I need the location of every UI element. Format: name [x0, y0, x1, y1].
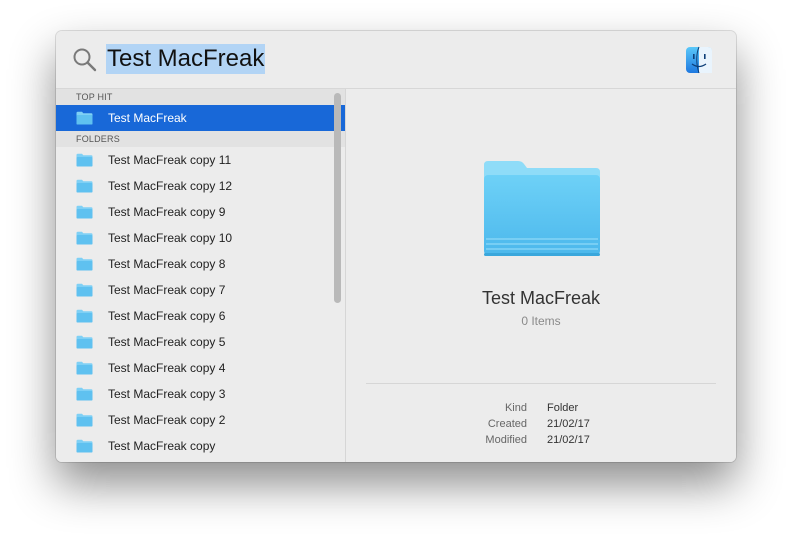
meta-modified-value: 21/02/17	[547, 434, 590, 446]
search-icon	[73, 48, 97, 72]
folder-icon	[76, 361, 93, 375]
meta-modified-key: Modified	[485, 434, 527, 446]
folder-icon	[76, 413, 93, 427]
preview-item-count: 0 Items	[521, 314, 561, 328]
top-hit-header: TOP HIT	[56, 89, 345, 105]
list-item-label: Test MacFreak copy 9	[108, 205, 226, 219]
list-item[interactable]: Test MacFreak copy 8	[56, 251, 345, 277]
list-item[interactable]: Test MacFreak copy 7	[56, 277, 345, 303]
folder-icon	[76, 439, 93, 453]
list-item[interactable]: Test MacFreak copy 11	[56, 147, 345, 173]
list-item[interactable]: Test MacFreak copy	[56, 433, 345, 459]
finder-icon[interactable]	[685, 46, 713, 74]
folder-icon	[76, 387, 93, 401]
folder-icon	[76, 309, 93, 323]
list-item-label: Test MacFreak copy 11	[108, 153, 232, 167]
scrollbar-thumb[interactable]	[334, 93, 341, 303]
list-item-label: Test MacFreak copy 10	[108, 231, 233, 245]
search-input[interactable]: Test MacFreak	[106, 44, 266, 74]
folder-icon	[76, 179, 93, 193]
list-item[interactable]: Test MacFreak copy 6	[56, 303, 345, 329]
folder-icon	[76, 335, 93, 349]
top-hit-row[interactable]: Test MacFreak	[56, 105, 345, 131]
list-item[interactable]: Test MacFreak copy 9	[56, 199, 345, 225]
folder-icon	[76, 111, 93, 125]
list-item-label: Test MacFreak copy 8	[108, 257, 226, 271]
list-item-label: Test MacFreak copy 12	[108, 179, 233, 193]
search-bar: Test MacFreak	[56, 31, 736, 89]
folder-icon	[76, 231, 93, 245]
list-item-label: Test MacFreak copy 4	[108, 361, 226, 375]
list-item-label: Test MacFreak copy 2	[108, 413, 226, 427]
preview-title: Test MacFreak	[481, 288, 601, 308]
list-item[interactable]: Test MacFreak copy 10	[56, 225, 345, 251]
results-list: TOP HIT Test MacFreak FOLDERS Test MacFr…	[56, 89, 345, 462]
list-item[interactable]: Test MacFreak copy 5	[56, 329, 345, 355]
folder-icon	[484, 161, 600, 256]
list-item[interactable]: Test MacFreak copy 3	[56, 381, 345, 407]
list-item-label: Test MacFreak copy 6	[108, 309, 226, 323]
folder-icon	[76, 205, 93, 219]
preview-pane: Test MacFreak 0 Items Kind Folder Create…	[346, 89, 736, 462]
meta-created-key: Created	[487, 418, 527, 430]
folder-icon	[76, 283, 93, 297]
folders-header: FOLDERS	[56, 131, 345, 147]
list-item[interactable]: Test MacFreak copy 12	[56, 173, 345, 199]
meta-kind-key: Kind	[504, 402, 527, 414]
list-item[interactable]: Test MacFreak copy 2	[56, 407, 345, 433]
folder-icon	[76, 257, 93, 271]
top-hit-label: Test MacFreak	[108, 111, 187, 125]
list-item-label: Test MacFreak copy 3	[108, 387, 226, 401]
list-item-label: Test MacFreak copy 5	[108, 335, 226, 349]
spotlight-window: Test MacFreak TOP HIT Test MacFreak FOLD…	[56, 31, 736, 462]
list-item[interactable]: Test MacFreak copy 4	[56, 355, 345, 381]
meta-created-value: 21/02/17	[547, 418, 590, 430]
list-item-label: Test MacFreak copy 7	[108, 283, 226, 297]
preview-divider	[366, 383, 716, 384]
folder-icon	[76, 153, 93, 167]
list-item-label: Test MacFreak copy	[108, 439, 216, 453]
meta-kind-value: Folder	[547, 402, 579, 414]
